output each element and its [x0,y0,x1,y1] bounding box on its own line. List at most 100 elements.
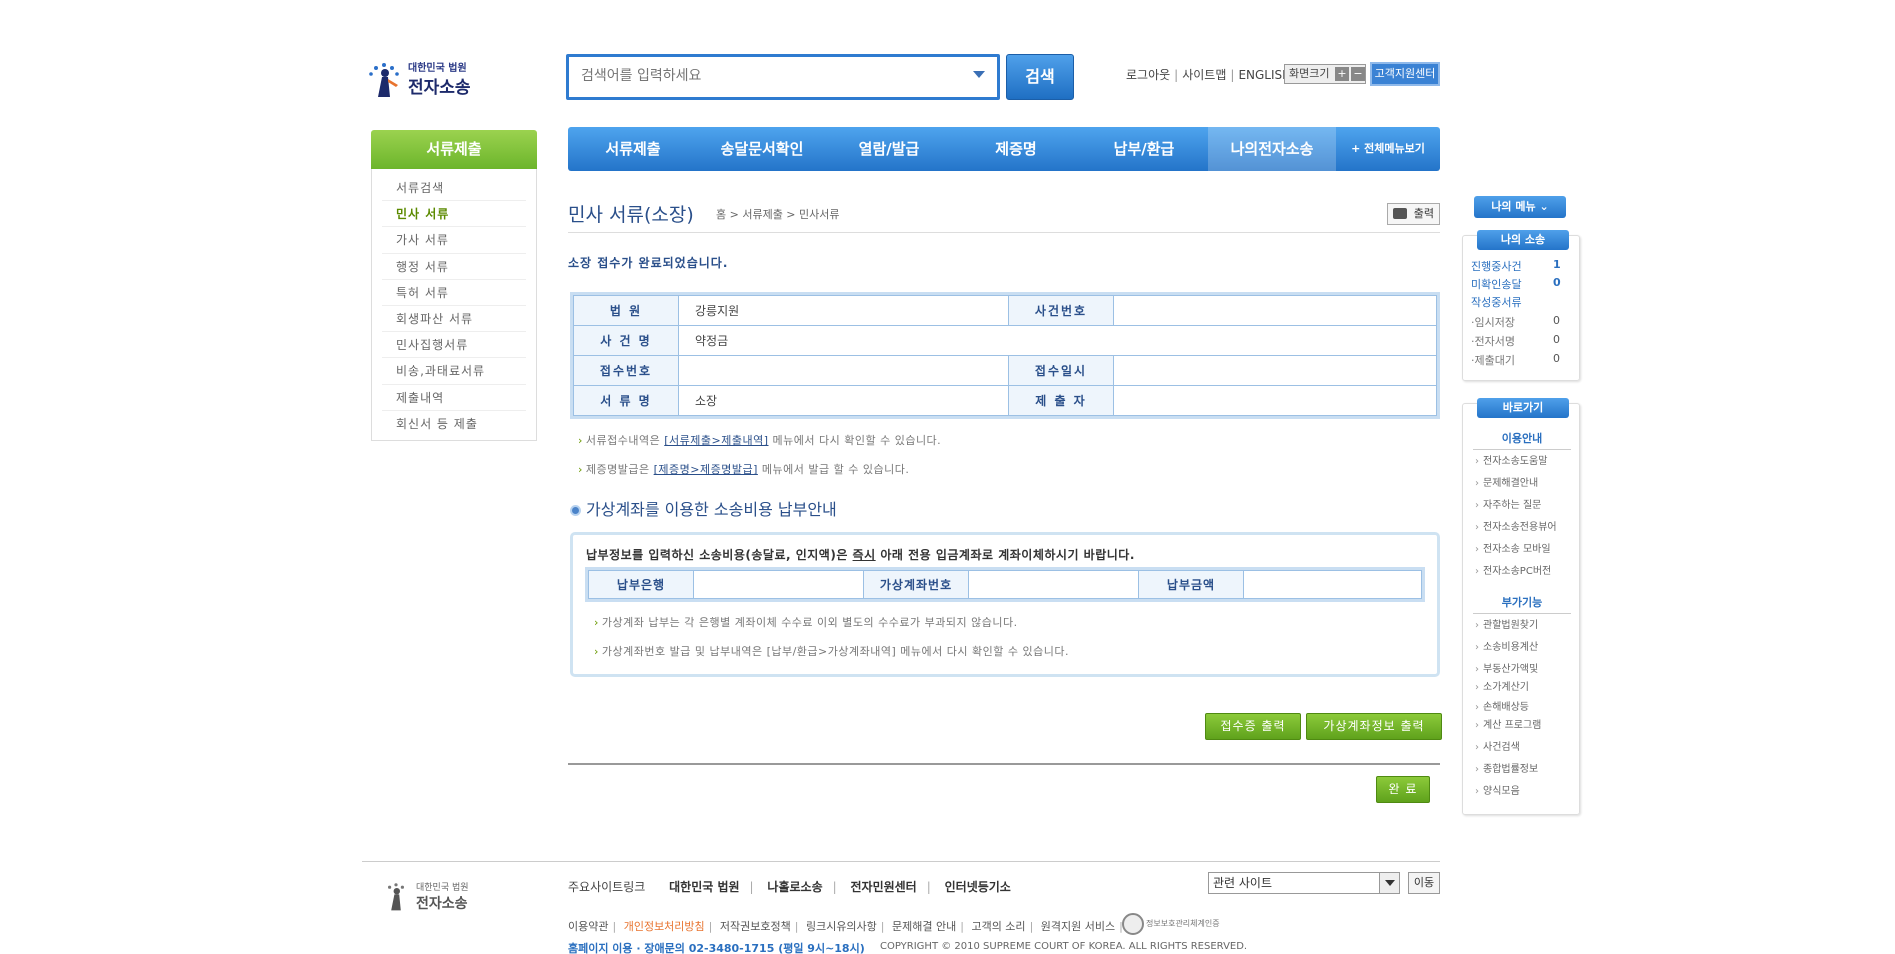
quick-link-court-finder[interactable]: 관할법원찾기 [1475,616,1538,635]
quick-link-cost-calc[interactable]: 소송비용계산 [1475,638,1538,657]
row-count: 0 [1553,333,1560,346]
unread-service-item[interactable]: 미확인송달 0 [1471,276,1571,292]
chevron-down-icon[interactable] [1379,873,1399,893]
account-number-label: 가상계좌번호 [863,570,969,599]
footer-policy-links: 이용약관 | 개인정보처리방침 | 저작권보호정책 | 링크시유의사항 | 문제해결 안… [568,920,1123,933]
font-size-label: 화면크기 [1289,67,1330,80]
search-button[interactable]: 검색 [1006,54,1074,100]
search-box[interactable] [566,54,1000,100]
drafts-item[interactable]: 작성중서류 [1471,294,1571,310]
quick-link-legal-info[interactable]: 종합법률정보 [1475,760,1538,779]
search-input[interactable] [581,57,951,95]
privacy-policy-link[interactable]: 개인정보처리방침 [624,920,705,933]
quick-link-faq[interactable]: 자주하는 질문 [1475,496,1541,515]
my-menu-button[interactable]: 나의 메뉴 ⌄ [1474,196,1566,218]
submission-history-link[interactable]: [서류제출>제출내역] [664,434,768,447]
help-center-button[interactable]: 고객지원센터 [1370,62,1440,86]
quick-link-viewer[interactable]: 전자소송전용뷰어 [1475,518,1557,537]
tab-my-ecourt[interactable]: 나의전자소송 [1208,127,1336,171]
tab-service-check[interactable]: 송달문서확인 [698,127,826,171]
ongoing-cases-item[interactable]: 진행중사건 1 [1471,258,1571,274]
sidebar-item-reply-submit[interactable]: 회신서 등 제출 [382,411,526,437]
pending-submit-item[interactable]: ·제출대기 0 [1471,352,1571,368]
quick-link-calc-program[interactable]: 계산 프로그램 [1475,716,1541,735]
zoom-in-button[interactable]: + [1334,67,1349,81]
print-button[interactable]: 출력 [1387,203,1440,225]
logo[interactable]: 대한민국 법원 전자소송 [364,55,484,101]
court-emblem-icon [388,883,404,911]
amount-label: 납부금액 [1138,570,1244,599]
zoom-out-button[interactable]: − [1350,67,1365,81]
sidebar-item-noncontentious[interactable]: 비송,과태료서류 [382,358,526,385]
print-virtual-account-button[interactable]: 가상계좌정보 출력 [1306,713,1442,740]
row-label: ·임시저장 [1471,316,1515,329]
certificate-issue-link[interactable]: [제증명>제증명발급] [654,463,758,476]
chevron-down-icon[interactable] [973,71,985,78]
related-sites-select[interactable]: 관련 사이트 [1208,872,1400,894]
note-certificate: › 제증명발급은 [제증명>제증명발급] 메뉴에서 발급 할 수 있습니다. [578,461,909,477]
tab-certificate[interactable]: 제증명 [952,127,1080,171]
remote-support-link[interactable]: 원격지원 서비스 [1041,920,1115,933]
badge-text: 정보보호관리체계인증 [1146,919,1220,928]
amount-value [1243,570,1422,599]
site-link-e-petition[interactable]: 전자민원센터 [850,880,916,894]
document-name-value: 소장 [678,385,1009,416]
sidebar-item-bankruptcy[interactable]: 회생파산 서류 [382,306,526,333]
row-label: ·제출대기 [1471,354,1515,367]
logout-link[interactable]: 로그아웃 [1126,68,1170,82]
submitter-value [1113,385,1437,416]
quick-link-pc[interactable]: 전자소송PC버전 [1475,562,1551,581]
go-button[interactable]: 이동 [1408,872,1440,894]
desc-text: 아래 전용 입금계좌로 계좌이체하시기 바랍니다. [875,548,1135,562]
site-link-self-litigation[interactable]: 나홀로소송 [767,880,822,894]
quick-link-claim-value[interactable]: 소가계산기 [1475,678,1529,697]
print-label: 출력 [1413,207,1434,220]
temp-saved-item[interactable]: ·임시저장 0 [1471,314,1571,330]
submission-info-table: 법 원 강릉지원 사건번호 사 건 명 약정금 접수번호 접수일시 서 류 명 … [570,292,1440,419]
quick-link-case-search[interactable]: 사건검색 [1475,738,1520,757]
quick-link-property-value[interactable]: 부동산가액및 [1475,660,1538,679]
footer-logo: 대한민국 법원 전자소송 [380,878,520,918]
tab-view-issue[interactable]: 열람/발급 [826,127,952,171]
all-menu-button[interactable]: + 전체메뉴보기 [1336,127,1440,171]
sidebar-item-submission-history[interactable]: 제출내역 [382,385,526,411]
row-count: 0 [1553,314,1560,327]
troubleshoot-link[interactable]: 문제해결 안내 [892,920,956,933]
quick-link-damages[interactable]: 손해배상등 [1475,698,1529,717]
receipt-number-value [678,355,1009,386]
quick-link-mobile[interactable]: 전자소송 모바일 [1475,540,1551,559]
my-lawsuit-title: 나의 소송 [1477,230,1569,250]
tab-payment-refund[interactable]: 납부/환급 [1080,127,1208,171]
sitemap-link[interactable]: 사이트맵 [1182,68,1226,82]
e-signature-item[interactable]: ·전자서명 0 [1471,333,1571,349]
link-notice-link[interactable]: 링크시유의사항 [806,920,877,933]
tab-document-submit[interactable]: 서류제출 [568,127,698,171]
sidebar-item-administrative[interactable]: 행정 서류 [382,254,526,280]
quick-link-forms[interactable]: 양식모음 [1475,782,1520,801]
desc-text: 납부정보를 입력하신 소송비용(송달료, 인지액)은 [586,548,853,562]
note-text: 서류접수내역은 [585,434,665,447]
done-button[interactable]: 완 료 [1376,776,1430,803]
site-link-registry[interactable]: 인터넷등기소 [945,880,1011,894]
print-receipt-button[interactable]: 접수증 출력 [1205,713,1301,740]
copyright-policy-link[interactable]: 저작권보호정책 [720,920,791,933]
terms-link[interactable]: 이용약관 [568,920,608,933]
quick-link-troubleshoot[interactable]: 문제해결안내 [1475,474,1538,493]
court-emblem-icon [369,63,399,97]
quick-link-help[interactable]: 전자소송도움말 [1475,452,1547,471]
note-submission-history: › 서류접수내역은 [서류제출>제출내역] 메뉴에서 다시 확인할 수 있습니다. [578,432,941,448]
sidebar-item-civil-execution[interactable]: 민사집행서류 [382,332,526,359]
note-text: 메뉴에서 발급 할 수 있습니다. [757,463,910,476]
arrow-icon: › [578,463,583,476]
note-text: 제증명발급은 [585,463,654,476]
sidebar-item-doc-search[interactable]: 서류검색 [382,175,526,202]
sidebar-item-civil[interactable]: 민사 서류 [382,201,526,228]
sidebar-item-family[interactable]: 가사 서류 [382,227,526,254]
customer-voice-link[interactable]: 고객의 소리 [971,920,1025,933]
sidebar-item-patent[interactable]: 특허 서류 [382,280,526,306]
case-name-value: 약정금 [678,325,1437,356]
case-number-label: 사건번호 [1008,295,1114,326]
submitter-label: 제 출 자 [1008,385,1114,416]
site-link-court[interactable]: 대한민국 법원 [669,880,739,894]
copyright: COPYRIGHT © 2010 SUPREME COURT OF KOREA.… [880,941,1248,952]
